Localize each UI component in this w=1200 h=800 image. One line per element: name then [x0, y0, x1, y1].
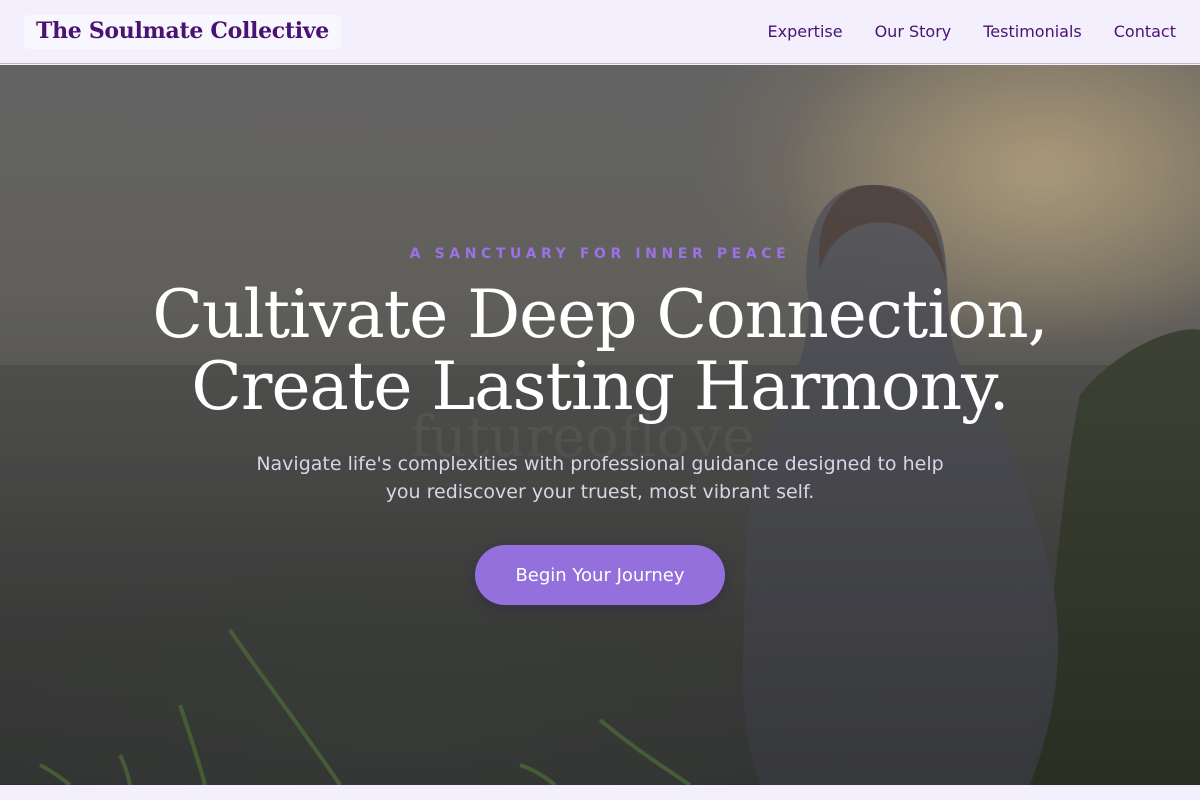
hero-eyebrow: A SANCTUARY FOR INNER PEACE	[409, 246, 791, 262]
hero-headline: Cultivate Deep Connection, Create Lastin…	[100, 279, 1100, 423]
brand-logo[interactable]: The Soulmate Collective	[24, 14, 341, 49]
headline-line-2: Create Lasting Harmony.	[191, 348, 1009, 425]
begin-journey-button[interactable]: Begin Your Journey	[475, 545, 725, 605]
hero-content: A SANCTUARY FOR INNER PEACE Cultivate De…	[0, 65, 1200, 785]
main-nav: Expertise Our Story Testimonials Contact	[768, 22, 1176, 41]
nav-link-contact[interactable]: Contact	[1114, 22, 1176, 41]
nav-link-testimonials[interactable]: Testimonials	[983, 22, 1082, 41]
hero-subtext: Navigate life's complexities with profes…	[256, 453, 944, 503]
headline-line-1: Cultivate Deep Connection,	[152, 276, 1048, 353]
hero-section: futureoflove A SANCTUARY FOR INNER PEACE…	[0, 65, 1200, 785]
nav-link-expertise[interactable]: Expertise	[768, 22, 843, 41]
nav-link-our-story[interactable]: Our Story	[875, 22, 952, 41]
site-header: The Soulmate Collective Expertise Our St…	[0, 0, 1200, 64]
page-bottom-strip	[0, 785, 1200, 800]
